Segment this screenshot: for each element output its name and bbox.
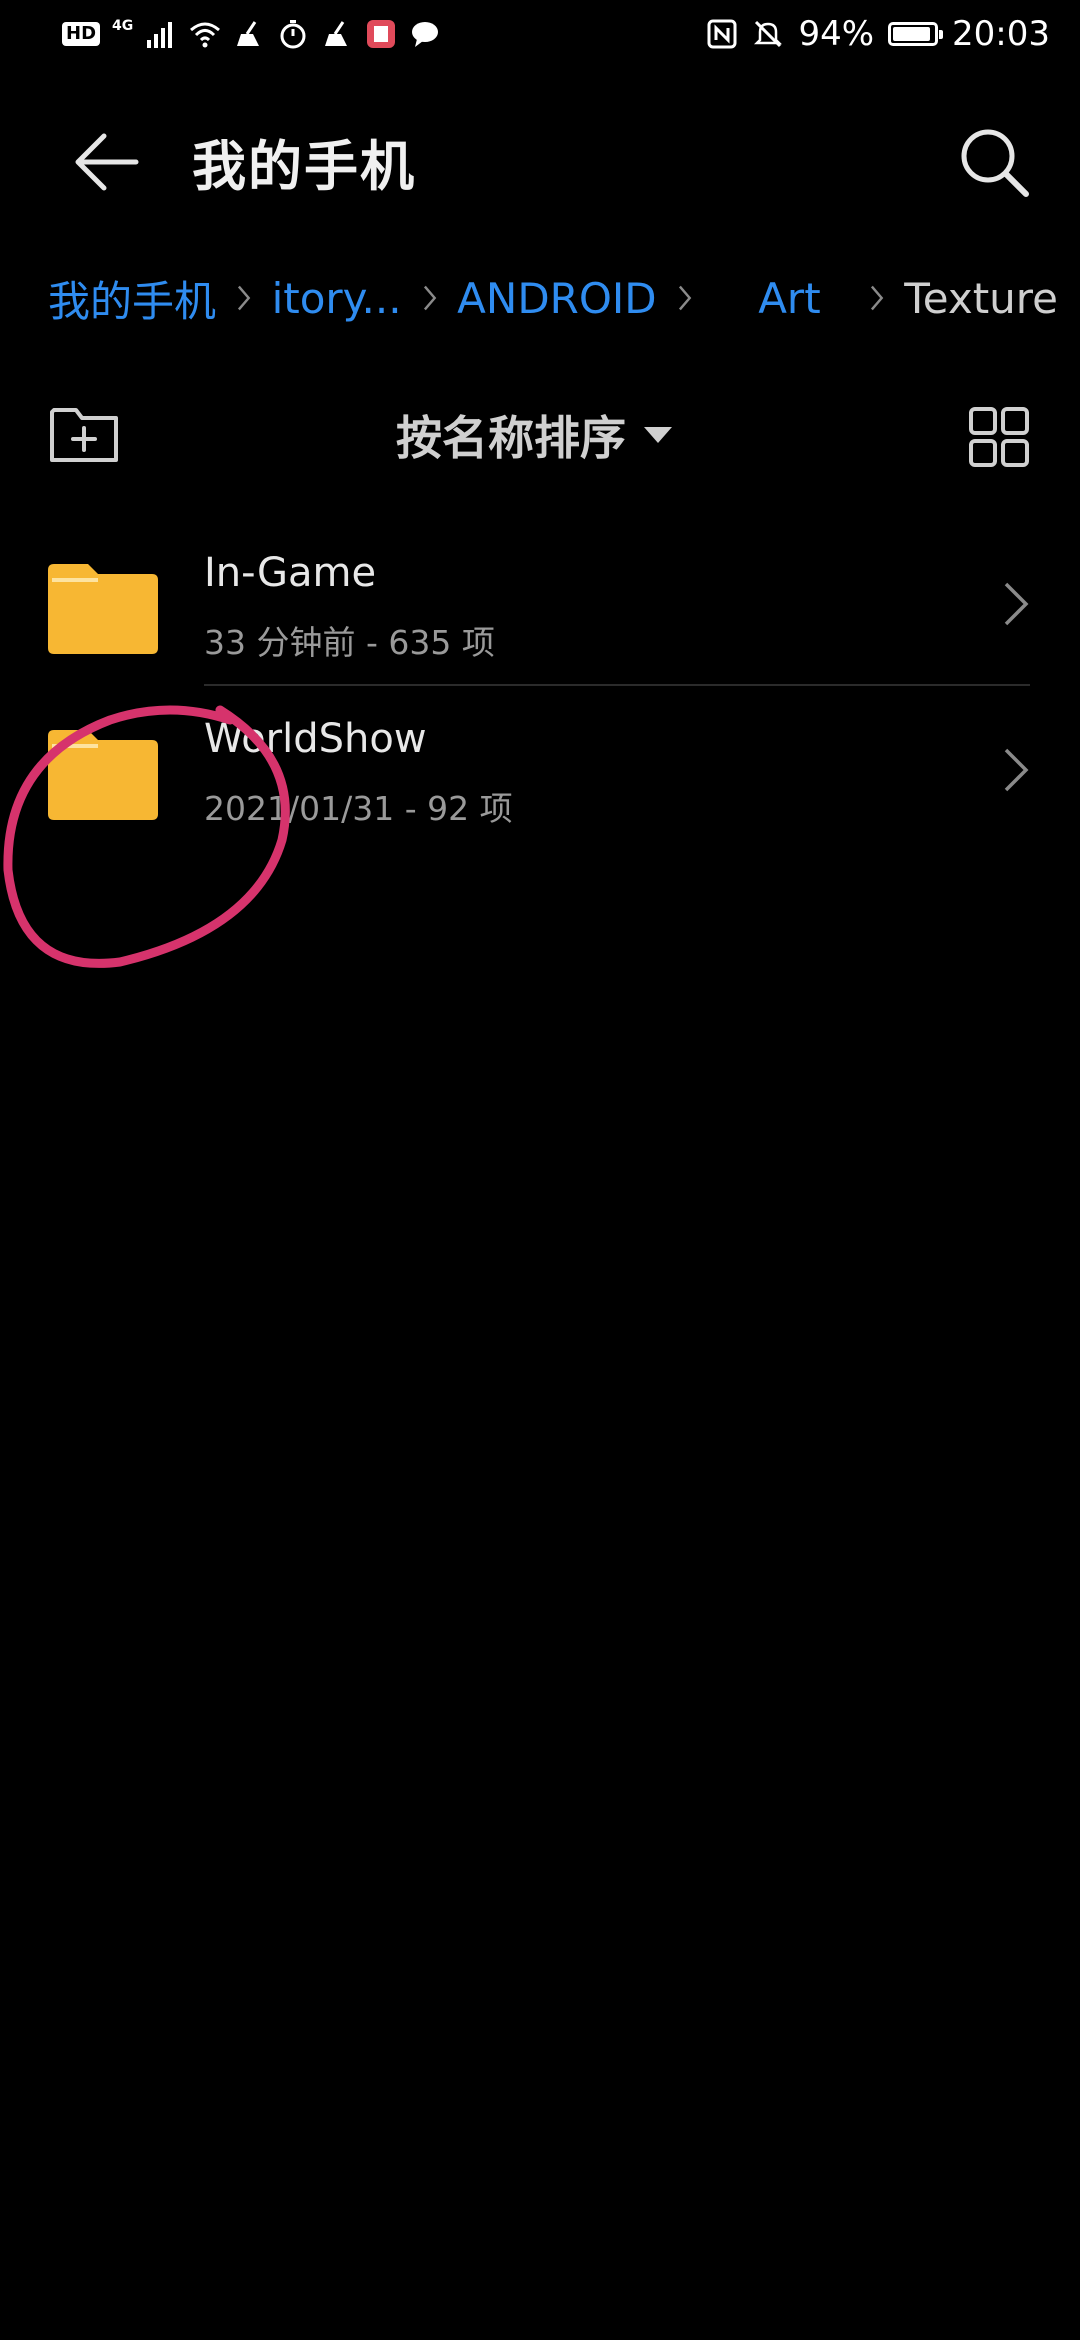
broom-icon	[237, 21, 260, 46]
sort-button[interactable]: 按名称排序	[396, 402, 672, 468]
app-header: 我的手机	[0, 110, 1080, 210]
file-name: In-Game	[204, 550, 377, 596]
broom-icon-2	[325, 21, 348, 46]
list-item[interactable]: In-Game 33 分钟前 - 635 项	[0, 520, 1080, 686]
breadcrumb-item-android[interactable]: ANDROID	[457, 274, 656, 323]
file-meta: 33 分钟前 - 635 项	[204, 623, 495, 662]
nfc-icon	[707, 19, 737, 49]
timer-icon	[280, 20, 306, 49]
breadcrumb-item-my-phone[interactable]: 我的手机	[48, 268, 216, 329]
breadcrumb: 我的手机 itory... ANDROID Art Texture	[48, 268, 1058, 328]
grid-view-icon[interactable]	[968, 406, 1030, 468]
list-item[interactable]: WorldShow 2021/01/31 - 92 项	[0, 686, 1080, 852]
battery-icon	[888, 22, 944, 46]
chevron-right-icon	[423, 285, 436, 311]
new-folder-icon[interactable]	[48, 402, 120, 466]
mute-bell-icon	[754, 20, 783, 48]
page-title: 我的手机	[192, 135, 416, 198]
file-list: In-Game 33 分钟前 - 635 项 WorldShow 2021/01…	[0, 520, 1080, 852]
chevron-right-icon	[1004, 582, 1029, 626]
hd-badge: HD	[62, 22, 101, 46]
clock: 20:03	[952, 14, 1050, 54]
chevron-right-icon	[678, 285, 691, 311]
breadcrumb-item-repository[interactable]: itory...	[272, 274, 402, 323]
status-left: HD 4G	[62, 18, 441, 50]
chevron-right-icon	[237, 285, 251, 311]
status-bar: HD 4G 94% 20:03	[0, 0, 1080, 76]
status-right: 94% 20:03	[706, 14, 1050, 54]
chevron-right-icon	[1004, 748, 1029, 792]
breadcrumb-item-art[interactable]: Art	[758, 274, 820, 323]
folder-icon	[48, 564, 158, 654]
search-icon[interactable]	[954, 122, 1034, 202]
file-name: WorldShow	[204, 716, 427, 762]
arrow-left-icon[interactable]	[70, 124, 146, 200]
breadcrumb-item-texture: Texture	[904, 273, 1058, 323]
signal-icon	[147, 22, 173, 48]
chat-bubble-icon	[412, 22, 439, 47]
book-app-icon	[367, 20, 396, 48]
sort-label: 按名称排序	[396, 411, 626, 465]
toolbar: 按名称排序	[0, 396, 1080, 476]
network-type: 4G	[112, 18, 134, 34]
wifi-icon	[190, 22, 221, 48]
file-meta: 2021/01/31 - 92 项	[204, 789, 513, 828]
chevron-right-icon	[870, 285, 883, 311]
battery-fill	[893, 27, 931, 41]
caret-down-icon	[644, 427, 672, 443]
folder-icon	[48, 730, 158, 820]
battery-percent: 94%	[798, 14, 875, 54]
